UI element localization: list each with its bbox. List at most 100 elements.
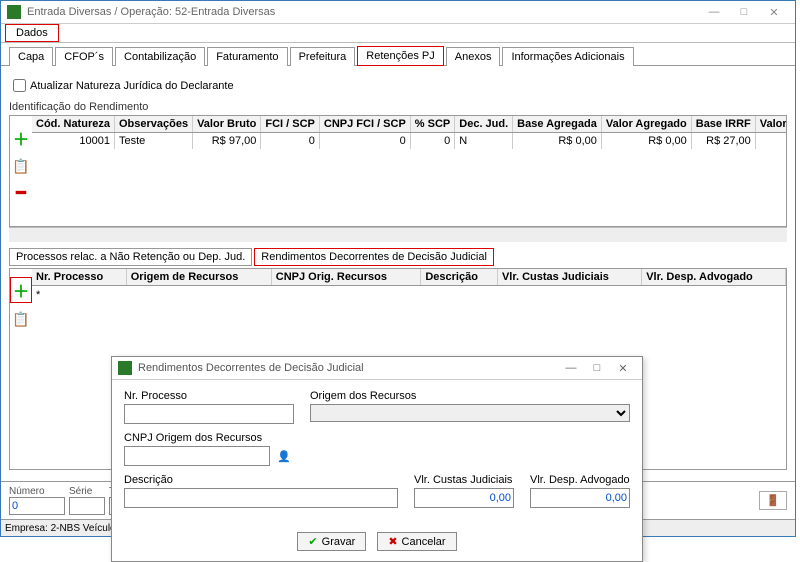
lbl-numero: Número — [9, 486, 65, 497]
cell-valor-bruto[interactable]: R$ 97,00 — [193, 133, 261, 150]
grid1-table: Cód. Natureza Observações Valor Bruto FC… — [32, 116, 786, 149]
dialog-title: Rendimentos Decorrentes de Decisão Judic… — [138, 362, 558, 374]
lbl-cnpj-origem: CNPJ Origem dos Recursos — [124, 432, 294, 444]
dialog-gravar-button[interactable]: ✔ Gravar — [297, 532, 366, 551]
input-vlr-desp-advogado[interactable] — [530, 488, 630, 508]
select-origem-recursos[interactable] — [310, 404, 630, 422]
lookup-cnpj-icon[interactable]: 👤 — [274, 446, 294, 466]
grid1-side-buttons: ＋ 📋 ━ — [10, 116, 32, 226]
subtab-rendimentos-judicial[interactable]: Rendimentos Decorrentes de Decisão Judic… — [254, 248, 494, 266]
x-icon: ✖ — [388, 535, 397, 548]
app-icon — [7, 5, 21, 19]
input-cnpj-origem[interactable] — [124, 446, 270, 466]
col-dec-jud[interactable]: Dec. Jud. — [455, 116, 513, 133]
col-base-agregada[interactable]: Base Agregada — [513, 116, 602, 133]
dialog-app-icon — [118, 361, 132, 375]
col-valor-irrf[interactable]: Valor IRRF — [755, 116, 786, 133]
col-cod-natureza[interactable]: Cód. Natureza — [32, 116, 114, 133]
grid1-header-row: Cód. Natureza Observações Valor Bruto FC… — [32, 116, 786, 133]
close-button[interactable]: ✕ — [759, 6, 789, 19]
col-valor-bruto[interactable]: Valor Bruto — [193, 116, 261, 133]
dialog-buttons: ✔ Gravar ✖ Cancelar — [112, 526, 642, 561]
col-observacoes[interactable]: Observações — [114, 116, 192, 133]
dialog-rendimentos-judicial: Rendimentos Decorrentes de Decisão Judic… — [111, 356, 643, 562]
tab-anexos[interactable]: Anexos — [446, 47, 501, 66]
subtab-processos[interactable]: Processos relac. a Não Retenção ou Dep. … — [9, 248, 252, 266]
input-numero[interactable] — [9, 497, 65, 515]
menu-dados[interactable]: Dados — [5, 24, 59, 42]
grid1-remove-button[interactable]: ━ — [16, 183, 26, 203]
input-nr-processo[interactable] — [124, 404, 294, 424]
grid2-table: Nr. Processo Origem de Recursos CNPJ Ori… — [32, 269, 786, 304]
chk-atualizar-natureza[interactable] — [13, 79, 26, 92]
cell-base-agregada[interactable]: R$ 0,00 — [513, 133, 602, 150]
tab-faturamento[interactable]: Faturamento — [207, 47, 287, 66]
tab-prefeitura[interactable]: Prefeitura — [290, 47, 356, 66]
cell-valor-irrf[interactable]: R$ . — [755, 133, 786, 150]
col2-descricao[interactable]: Descrição — [421, 269, 498, 286]
check-icon: ✔ — [308, 535, 317, 548]
cell-cnpj-fci-scp[interactable]: 0 — [319, 133, 410, 150]
col2-origem-recursos[interactable]: Origem de Recursos — [126, 269, 271, 286]
grid1-row[interactable]: 10001 Teste R$ 97,00 0 0 0 N R$ 0,00 R$ … — [32, 133, 786, 150]
fieldset-identificacao-rendimento: Identificação do Rendimento — [9, 101, 787, 113]
dialog-gravar-label: Gravar — [322, 536, 356, 548]
cell-valor-agregado[interactable]: R$ 0,00 — [601, 133, 691, 150]
lbl-vlr-custas: Vlr. Custas Judiciais — [414, 474, 514, 486]
grid2-add-button[interactable]: ＋ — [10, 277, 32, 303]
titlebar: Entrada Diversas / Operação: 52-Entrada … — [1, 1, 795, 24]
grid2-copy-button[interactable]: 📋 — [12, 311, 29, 328]
window-title: Entrada Diversas / Operação: 52-Entrada … — [27, 6, 699, 18]
grid2-side-buttons: ＋ 📋 — [10, 269, 32, 469]
cell-fci-scp[interactable]: 0 — [261, 133, 320, 150]
tab-cfops[interactable]: CFOP´s — [55, 47, 113, 66]
tab-retencoes-pj[interactable]: Retenções PJ — [357, 46, 443, 66]
cell-cod-natureza[interactable]: 10001 — [32, 133, 114, 150]
cell-pct-scp[interactable]: 0 — [410, 133, 454, 150]
lbl-nr-processo: Nr. Processo — [124, 390, 294, 402]
input-descricao[interactable] — [124, 488, 398, 508]
dialog-maximize-button[interactable]: □ — [584, 362, 610, 374]
dialog-minimize-button[interactable]: — — [558, 362, 584, 374]
col2-nr-processo[interactable]: Nr. Processo — [32, 269, 126, 286]
grid2-empty-row[interactable]: * — [32, 286, 786, 305]
lbl-descricao: Descrição — [124, 474, 398, 486]
dialog-cancelar-label: Cancelar — [402, 536, 446, 548]
exit-icon[interactable]: 🚪 — [759, 491, 787, 510]
grid1-add-button[interactable]: ＋ — [13, 126, 29, 150]
col-valor-agregado[interactable]: Valor Agregado — [601, 116, 691, 133]
grid-identificacao-rendimento: ＋ 📋 ━ Cód. Natureza Observações Valor Br… — [9, 115, 787, 227]
col-base-irrf[interactable]: Base IRRF — [691, 116, 755, 133]
subtab-strip: Processos relac. a Não Retenção ou Dep. … — [9, 248, 787, 266]
tab-informacoes-adicionais[interactable]: Informações Adicionais — [502, 47, 633, 66]
col-pct-scp[interactable]: % SCP — [410, 116, 454, 133]
lbl-origem-recursos: Origem dos Recursos — [310, 390, 630, 402]
col2-vlr-custas[interactable]: Vlr. Custas Judiciais — [497, 269, 641, 286]
grid1-hscroll[interactable] — [9, 227, 787, 242]
maximize-button[interactable]: □ — [729, 6, 759, 18]
col2-cnpj-orig-recursos[interactable]: CNPJ Orig. Recursos — [271, 269, 421, 286]
dialog-cancelar-button[interactable]: ✖ Cancelar — [377, 532, 456, 551]
col-fci-scp[interactable]: FCI / SCP — [261, 116, 320, 133]
grid1-copy-button[interactable]: 📋 — [12, 158, 29, 175]
dialog-body: Nr. Processo Origem dos Recursos CNPJ Or… — [112, 380, 642, 526]
col-cnpj-fci-scp[interactable]: CNPJ FCI / SCP — [319, 116, 410, 133]
dialog-close-button[interactable]: ✕ — [610, 362, 636, 375]
cell-base-irrf[interactable]: R$ 27,00 — [691, 133, 755, 150]
tab-capa[interactable]: Capa — [9, 47, 53, 66]
tab-contabilizacao[interactable]: Contabilização — [115, 47, 205, 66]
client-area: Atualizar Natureza Jurídica do Declarant… — [1, 66, 795, 481]
dialog-titlebar: Rendimentos Decorrentes de Decisão Judic… — [112, 357, 642, 380]
minimize-button[interactable]: — — [699, 6, 729, 18]
grid1-scroll[interactable]: Cód. Natureza Observações Valor Bruto FC… — [32, 116, 786, 226]
lbl-serie: Série — [69, 486, 105, 497]
grid2-header-row: Nr. Processo Origem de Recursos CNPJ Ori… — [32, 269, 786, 286]
checkbox-row: Atualizar Natureza Jurídica do Declarant… — [9, 76, 787, 95]
menubar: Dados — [1, 24, 795, 43]
cell-observacoes[interactable]: Teste — [114, 133, 192, 150]
input-vlr-custas[interactable] — [414, 488, 514, 508]
col2-vlr-desp-advogado[interactable]: Vlr. Desp. Advogado — [642, 269, 786, 286]
cell-dec-jud[interactable]: N — [455, 133, 513, 150]
input-serie[interactable] — [69, 497, 105, 515]
lbl-vlr-desp-advogado: Vlr. Desp. Advogado — [530, 474, 630, 486]
